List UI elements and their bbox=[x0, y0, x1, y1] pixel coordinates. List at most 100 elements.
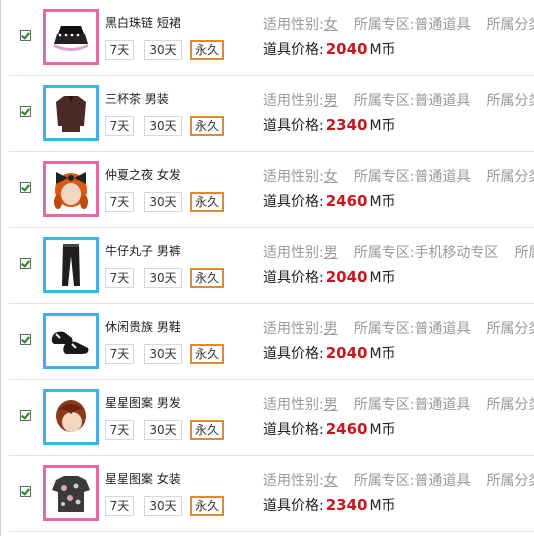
gender-value[interactable]: 男 bbox=[324, 397, 338, 413]
list-item: 黑白珠链 短裙 7天 30天 永久 适用性别:女所属专区:普通道具所属分类 道具… bbox=[1, 0, 534, 76]
gender-value[interactable]: 男 bbox=[324, 321, 338, 337]
duration-permanent-button[interactable]: 永久 bbox=[190, 420, 224, 440]
shirt-image bbox=[56, 96, 86, 132]
item-checkbox[interactable] bbox=[20, 30, 31, 41]
zone-label: 所属专区: bbox=[353, 321, 415, 337]
duration-7-days-button[interactable]: 7天 bbox=[105, 344, 134, 364]
item-name[interactable]: 三杯茶 男装 bbox=[105, 90, 169, 107]
gender-value[interactable]: 女 bbox=[324, 17, 338, 33]
duration-7-days-button[interactable]: 7天 bbox=[105, 496, 134, 516]
duration-7-days-button[interactable]: 7天 bbox=[105, 268, 134, 288]
zone-value[interactable]: 普通道具 bbox=[414, 473, 470, 489]
item-name[interactable]: 黑白珠链 短裙 bbox=[105, 14, 181, 31]
price-label: 道具价格: bbox=[263, 118, 324, 134]
duration-30-days-button[interactable]: 30天 bbox=[144, 344, 182, 364]
item-checkbox[interactable] bbox=[20, 410, 31, 421]
zone-value[interactable]: 手机移动专区 bbox=[414, 245, 498, 261]
item-checkbox[interactable] bbox=[20, 106, 31, 117]
category-label: 所属分类 bbox=[486, 473, 534, 489]
duration-30-days-button[interactable]: 30天 bbox=[144, 268, 182, 288]
duration-7-days-button[interactable]: 7天 bbox=[105, 116, 134, 136]
item-attributes: 适用性别:男所属专区:普通道具所属分类 bbox=[263, 90, 534, 110]
zone-label: 所属专区: bbox=[353, 473, 415, 489]
duration-permanent-button[interactable]: 永久 bbox=[190, 268, 224, 288]
item-thumbnail[interactable] bbox=[43, 85, 99, 141]
male-hair-image bbox=[56, 400, 86, 432]
duration-30-days-button[interactable]: 30天 bbox=[144, 40, 182, 60]
duration-permanent-button[interactable]: 永久 bbox=[190, 116, 224, 136]
item-price: 道具价格: 2040 M币 bbox=[263, 39, 396, 59]
duration-permanent-button[interactable]: 永久 bbox=[190, 496, 224, 516]
zone-label: 所属专区: bbox=[353, 93, 415, 109]
duration-permanent-button[interactable]: 永久 bbox=[190, 344, 224, 364]
gender-label: 适用性别: bbox=[263, 397, 324, 413]
duration-30-days-button[interactable]: 30天 bbox=[144, 192, 182, 212]
skirt-image bbox=[54, 26, 88, 51]
currency-label: M币 bbox=[369, 118, 396, 134]
gender-label: 适用性别: bbox=[263, 473, 324, 489]
zone-value[interactable]: 普通道具 bbox=[414, 169, 470, 185]
zone-label: 所属专区: bbox=[353, 245, 415, 261]
item-checkbox[interactable] bbox=[20, 258, 31, 269]
gender-label: 适用性别: bbox=[263, 169, 324, 185]
price-label: 道具价格: bbox=[263, 270, 324, 286]
item-checkbox[interactable] bbox=[20, 334, 31, 345]
duration-30-days-button[interactable]: 30天 bbox=[144, 420, 182, 440]
price-label: 道具价格: bbox=[263, 498, 324, 514]
category-label: 所属分类 bbox=[486, 321, 534, 337]
item-thumbnail[interactable] bbox=[43, 465, 99, 521]
price-label: 道具价格: bbox=[263, 42, 324, 58]
zone-value[interactable]: 普通道具 bbox=[414, 93, 470, 109]
category-label: 所属 bbox=[514, 245, 534, 261]
price-label: 道具价格: bbox=[263, 346, 324, 362]
gender-value[interactable]: 男 bbox=[324, 93, 338, 109]
gender-value[interactable]: 女 bbox=[324, 473, 338, 489]
item-name[interactable]: 星星图案 女装 bbox=[105, 470, 181, 487]
item-checkbox[interactable] bbox=[20, 182, 31, 193]
duration-30-days-button[interactable]: 30天 bbox=[144, 116, 182, 136]
zone-value[interactable]: 普通道具 bbox=[414, 17, 470, 33]
currency-label: M币 bbox=[369, 346, 396, 362]
list-item: 休闲贵族 男鞋 7天 30天 永久 适用性别:男所属专区:普通道具所属分类 道具… bbox=[1, 304, 534, 380]
gender-value[interactable]: 男 bbox=[324, 245, 338, 261]
price-value: 2340 bbox=[325, 116, 368, 134]
zone-value[interactable]: 普通道具 bbox=[414, 397, 470, 413]
item-thumbnail[interactable] bbox=[43, 389, 99, 445]
zone-label: 所属专区: bbox=[353, 397, 415, 413]
item-name[interactable]: 牛仔丸子 男裤 bbox=[105, 242, 181, 259]
duration-permanent-button[interactable]: 永久 bbox=[190, 192, 224, 212]
duration-permanent-button[interactable]: 永久 bbox=[190, 40, 224, 60]
price-value: 2040 bbox=[325, 40, 368, 58]
duration-7-days-button[interactable]: 7天 bbox=[105, 420, 134, 440]
gender-label: 适用性别: bbox=[263, 17, 324, 33]
item-thumbnail[interactable] bbox=[43, 237, 99, 293]
item-price: 道具价格: 2460 M币 bbox=[263, 191, 396, 211]
item-attributes: 适用性别:男所属专区:普通道具所属分类 bbox=[263, 318, 534, 338]
duration-7-days-button[interactable]: 7天 bbox=[105, 40, 134, 60]
item-price: 道具价格: 2040 M币 bbox=[263, 267, 396, 287]
gender-label: 适用性别: bbox=[263, 245, 324, 261]
gender-label: 适用性别: bbox=[263, 321, 324, 337]
duration-30-days-button[interactable]: 30天 bbox=[144, 496, 182, 516]
item-checkbox[interactable] bbox=[20, 486, 31, 497]
item-thumbnail[interactable] bbox=[43, 313, 99, 369]
currency-label: M币 bbox=[369, 422, 396, 438]
shoes-image bbox=[51, 331, 89, 354]
top-image bbox=[52, 476, 90, 512]
item-thumbnail[interactable] bbox=[43, 9, 99, 65]
item-attributes: 适用性别:女所属专区:普通道具所属分类 bbox=[263, 166, 534, 186]
category-label: 所属分类 bbox=[486, 169, 534, 185]
item-name[interactable]: 休闲贵族 男鞋 bbox=[105, 318, 181, 335]
zone-value[interactable]: 普通道具 bbox=[414, 321, 470, 337]
item-attributes: 适用性别:女所属专区:普通道具所属分类 bbox=[263, 14, 534, 34]
item-price: 道具价格: 2040 M币 bbox=[263, 343, 396, 363]
list-item: 牛仔丸子 男裤 7天 30天 永久 适用性别:男所属专区:手机移动专区所属 道具… bbox=[1, 228, 534, 304]
item-price: 道具价格: 2460 M币 bbox=[263, 419, 396, 439]
item-thumbnail[interactable] bbox=[43, 161, 99, 217]
category-label: 所属分类 bbox=[486, 17, 534, 33]
duration-7-days-button[interactable]: 7天 bbox=[105, 192, 134, 212]
item-name[interactable]: 仲夏之夜 女发 bbox=[105, 166, 181, 183]
price-label: 道具价格: bbox=[263, 422, 324, 438]
gender-value[interactable]: 女 bbox=[324, 169, 338, 185]
item-name[interactable]: 星星图案 男发 bbox=[105, 394, 181, 411]
